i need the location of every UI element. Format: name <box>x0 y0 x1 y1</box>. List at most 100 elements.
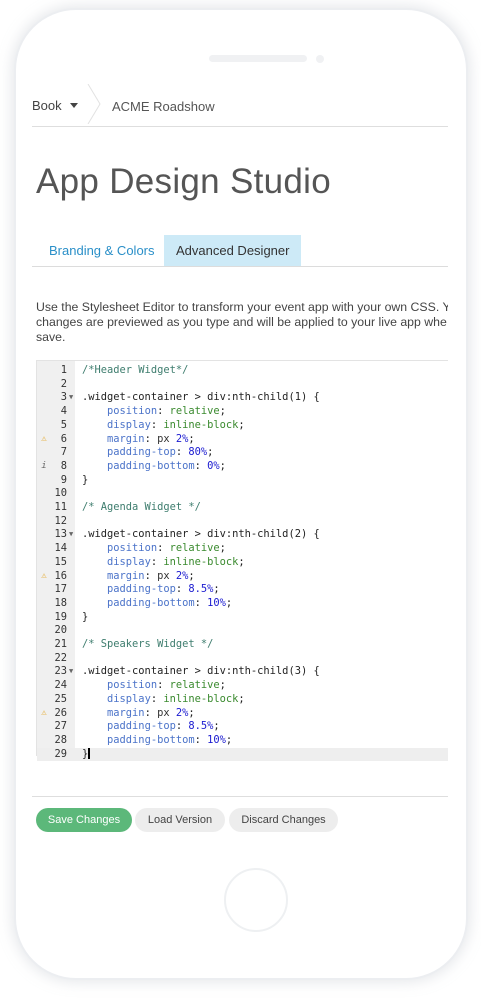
line-number: 19 <box>54 610 67 623</box>
line-number: 24 <box>54 679 67 692</box>
line-number: 8 <box>60 459 67 472</box>
save-changes-button[interactable]: Save Changes <box>36 808 132 832</box>
line-number: 26 <box>54 706 67 719</box>
description-line-3: save. <box>36 330 66 344</box>
code-line[interactable]: 3 ▼ .widget-container > div:nth-child(1) { <box>37 391 448 405</box>
code-text: padding-top: 8.5%; <box>107 720 220 733</box>
app-screen: Book ACME Roadshow App Design Studio Bra… <box>32 78 448 840</box>
line-number: 13 <box>54 528 67 541</box>
code-text: /* Agenda Widget */ <box>82 501 201 513</box>
code-line[interactable]: 19} <box>37 611 448 625</box>
code-line[interactable]: 13 ▼ .widget-container > div:nth-child(2) … <box>37 528 448 542</box>
line-number: 15 <box>54 555 67 568</box>
line-number: 3 <box>60 391 67 404</box>
code-text: padding-bottom: 10%; <box>107 733 233 746</box>
code-text: } <box>82 610 89 623</box>
code-line[interactable]: 22 <box>37 652 448 666</box>
code-line[interactable]: ⚠ 16 margin: px 2%; <box>37 570 448 584</box>
code-text: position: relative; <box>107 679 226 692</box>
editor-description: Use the Stylesheet Editor to transform y… <box>36 300 448 345</box>
tab-branding-colors[interactable]: Branding & Colors <box>37 235 167 266</box>
line-number: 21 <box>54 638 67 650</box>
line-number: 9 <box>60 473 67 486</box>
code-text: /* Speakers Widget */ <box>82 638 214 650</box>
line-number: 20 <box>54 624 67 637</box>
code-line[interactable]: 4 position: relative; <box>37 405 448 419</box>
phone-camera <box>316 55 324 63</box>
code-text: } <box>82 473 89 486</box>
code-line[interactable]: 11 /* Agenda Widget */ <box>37 501 448 515</box>
event-label[interactable]: ACME Roadshow <box>112 99 215 114</box>
code-text: margin: px 2%; <box>107 432 195 445</box>
code-text: display: inline-block; <box>107 418 245 431</box>
code-line[interactable]: 25 display: inline-block; <box>37 693 448 707</box>
code-text: .widget-container > div:nth-child(1) { <box>82 391 320 404</box>
line-number: 29 <box>54 747 67 760</box>
caret-down-icon <box>69 103 78 108</box>
fold-arrow-icon[interactable]: ▼ <box>69 528 73 542</box>
description-line-2: changes are previewed as you type and wi… <box>36 315 447 329</box>
code-line[interactable]: 28 padding-bottom: 10%; <box>37 734 448 748</box>
code-line[interactable]: 18 padding-bottom: 10%; <box>37 597 448 611</box>
home-button[interactable] <box>224 868 288 932</box>
fold-arrow-icon[interactable]: ▼ <box>69 665 73 679</box>
book-dropdown[interactable]: Book <box>32 98 78 113</box>
code-text: padding-bottom: 0%; <box>107 459 226 472</box>
code-text: .widget-container > div:nth-child(3) { <box>82 665 320 678</box>
line-number: 5 <box>60 418 67 431</box>
code-line[interactable]: 1 /*Header Widget*/ <box>37 364 448 378</box>
breadcrumb: Book ACME Roadshow <box>32 78 448 127</box>
code-line[interactable]: 20 <box>37 624 448 638</box>
code-line[interactable]: 17 padding-top: 8.5%; <box>37 583 448 597</box>
line-number: 1 <box>60 364 67 376</box>
code-text: margin: px 2%; <box>107 706 195 719</box>
line-number: 22 <box>54 651 67 664</box>
code-text: position: relative; <box>107 542 226 555</box>
code-text: padding-top: 8.5%; <box>107 583 220 596</box>
line-number: 12 <box>54 514 67 527</box>
code-text: /*Header Widget*/ <box>82 364 189 376</box>
line-number: 23 <box>54 665 67 678</box>
code-text: display: inline-block; <box>107 555 245 568</box>
code-text: display: inline-block; <box>107 692 245 705</box>
code-line[interactable]: 5 display: inline-block; <box>37 419 448 433</box>
line-number: 2 <box>60 377 67 390</box>
code-text: margin: px 2%; <box>107 569 195 582</box>
code-text: } <box>82 747 90 760</box>
line-number: 17 <box>54 583 67 596</box>
code-line[interactable]: 15 display: inline-block; <box>37 556 448 570</box>
code-text: padding-top: 80%; <box>107 446 214 459</box>
code-line[interactable]: 24 position: relative; <box>37 679 448 693</box>
line-number: 11 <box>54 501 67 513</box>
line-number: 18 <box>54 596 67 609</box>
code-line[interactable]: 14 position: relative; <box>37 542 448 556</box>
code-line[interactable]: 9} <box>37 474 448 488</box>
code-line[interactable]: 27 padding-top: 8.5%; <box>37 720 448 734</box>
line-number: 14 <box>54 542 67 555</box>
code-line[interactable]: 2 <box>37 378 448 392</box>
code-line[interactable]: 7 padding-top: 80%; <box>37 446 448 460</box>
stylesheet-editor[interactable]: 1/*Header Widget*/2 3 ▼ .widget-container >… <box>36 360 448 762</box>
fold-arrow-icon[interactable]: ▼ <box>69 391 73 405</box>
text-cursor <box>88 747 90 759</box>
code-line[interactable]: ⚠ 26 margin: px 2%; <box>37 707 448 721</box>
action-bar: Save Changes Load Version Discard Change… <box>32 796 448 837</box>
code-line[interactable]: 10 <box>37 487 448 501</box>
line-number: 16 <box>54 569 67 582</box>
code-line[interactable]: 29} <box>37 747 448 762</box>
code-line[interactable]: 23 ▼ .widget-container > div:nth-child(3) … <box>37 665 448 679</box>
code-text: padding-bottom: 10%; <box>107 596 233 609</box>
code-line[interactable]: i8 padding-bottom: 0%; <box>37 460 448 474</box>
line-number: 28 <box>54 733 67 746</box>
code-line[interactable]: 12 <box>37 515 448 529</box>
tab-bar: Branding & Colors Advanced Designer <box>32 235 448 267</box>
line-number: 7 <box>60 446 67 459</box>
tab-advanced-designer[interactable]: Advanced Designer <box>164 235 302 266</box>
code-line[interactable]: ⚠ 6 margin: px 2%; <box>37 433 448 447</box>
code-line[interactable]: 21 /* Speakers Widget */ <box>37 638 448 652</box>
description-line-1: Use the Stylesheet Editor to transform y… <box>36 300 448 314</box>
load-version-button[interactable]: Load Version <box>135 808 225 832</box>
line-number: 25 <box>54 692 67 705</box>
discard-changes-button[interactable]: Discard Changes <box>229 808 338 832</box>
code-text: position: relative; <box>107 405 226 418</box>
